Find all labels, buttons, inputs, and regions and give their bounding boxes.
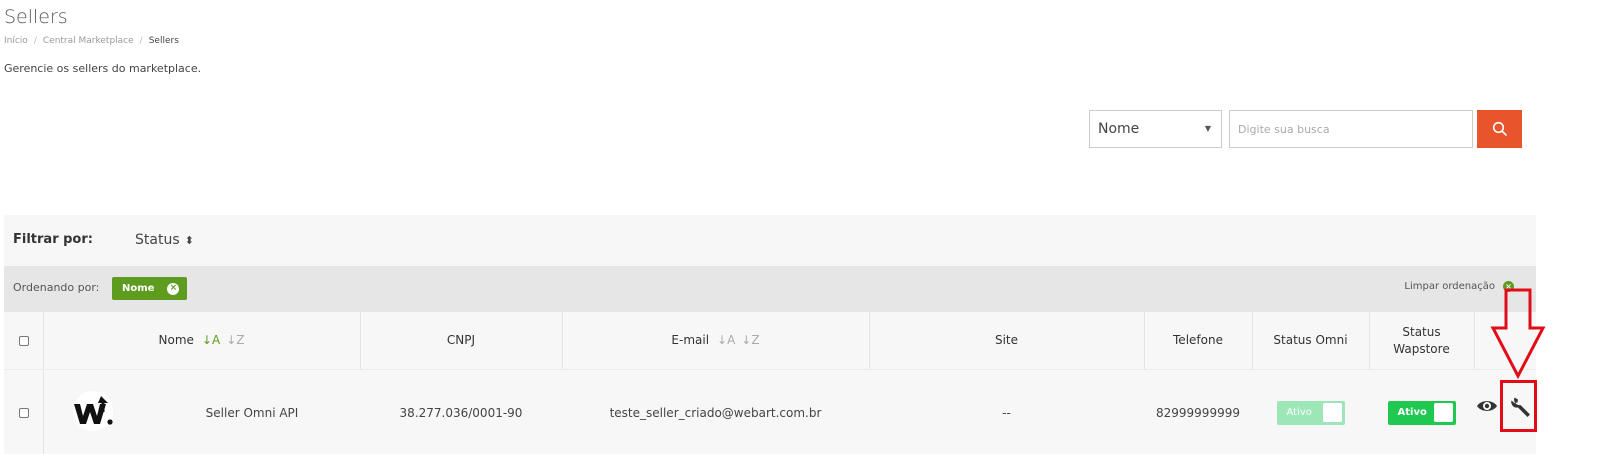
status-omni-toggle[interactable]: Ativo	[1276, 400, 1345, 425]
status-wapstore-label: Ativo	[1397, 407, 1427, 418]
column-header-email[interactable]: E-mail ↓A ↓Z	[562, 312, 869, 369]
cell-status-omni: Ativo	[1252, 370, 1369, 454]
column-header-cnpj: CNPJ	[360, 312, 562, 369]
filter-label: Filtrar por:	[13, 232, 93, 247]
search-field-selected-value: Nome	[1098, 121, 1140, 137]
column-label-telefone: Telefone	[1173, 333, 1223, 348]
filter-bar: Filtrar por: Status ⬍	[4, 215, 1536, 266]
sort-chip[interactable]: Nome ×	[112, 277, 188, 300]
sort-desc-icon[interactable]: ↓Z	[741, 332, 759, 349]
page-description: Gerencie os sellers do marketplace.	[4, 62, 202, 75]
sort-label: Ordenando por:	[13, 281, 100, 294]
table-header: Nome ↓A ↓Z CNPJ E-mail ↓A ↓Z Site Telefo…	[4, 312, 1536, 369]
search-field-select[interactable]: Nome ▼	[1089, 110, 1222, 148]
annotation-highlight-box	[1500, 380, 1537, 432]
column-label-cnpj: CNPJ	[446, 333, 476, 348]
breadcrumb: Início / Central Marketplace / Sellers	[4, 36, 179, 46]
cell-site: --	[869, 370, 1144, 454]
breadcrumb-separator: /	[139, 36, 143, 46]
sort-desc-icon[interactable]: ↓Z	[226, 332, 244, 349]
page-title: Sellers	[4, 6, 68, 28]
toggle-knob	[1433, 403, 1453, 422]
filter-status-dropdown[interactable]: Status ⬍	[135, 232, 194, 248]
annotation-arrow-icon	[1490, 288, 1546, 379]
clear-sort-label: Limpar ordenação	[1404, 281, 1495, 292]
sort-asc-icon[interactable]: ↓A	[202, 332, 220, 349]
breadcrumb-separator: /	[33, 36, 37, 46]
column-label-nome: Nome	[158, 333, 194, 348]
column-divider	[43, 370, 44, 454]
column-header-telefone: Telefone	[1144, 312, 1252, 369]
column-header-site: Site	[869, 312, 1144, 369]
search-button[interactable]	[1477, 110, 1522, 148]
column-divider	[1474, 312, 1475, 369]
cell-email: teste_seller_criado@webart.com.br	[562, 370, 869, 454]
breadcrumb-home[interactable]: Início	[4, 36, 28, 46]
select-all-cell	[4, 312, 43, 369]
cell-cnpj: 38.277.036/0001-90	[360, 370, 562, 454]
search-icon	[1492, 121, 1507, 136]
breadcrumb-central-marketplace[interactable]: Central Marketplace	[43, 36, 134, 46]
breadcrumb-current: Sellers	[148, 36, 179, 46]
sort-updown-icon: ⬍	[184, 234, 194, 247]
seller-telefone: 82999999999	[1156, 405, 1240, 420]
sort-asc-icon[interactable]: ↓A	[717, 332, 735, 349]
seller-cnpj: 38.277.036/0001-90	[399, 405, 523, 420]
select-all-checkbox[interactable]	[18, 335, 29, 346]
cell-nome: Seller Omni API	[144, 370, 360, 454]
column-label-email: E-mail	[671, 333, 710, 348]
sort-chip-label: Nome	[122, 283, 155, 294]
column-label-site: Site	[994, 333, 1019, 348]
column-label-status-omni: Status Omni	[1273, 333, 1348, 348]
column-label-status-wapstore-line1: Status	[1402, 324, 1441, 339]
seller-name: Seller Omni API	[205, 405, 299, 420]
seller-logo: W.	[73, 391, 113, 431]
toggle-knob	[1322, 403, 1342, 422]
column-header-status-wapstore: Status Wapstore	[1369, 312, 1474, 369]
filter-status-label: Status	[135, 232, 180, 248]
column-header-status-omni: Status Omni	[1252, 312, 1369, 369]
eye-icon[interactable]	[1476, 398, 1498, 414]
status-omni-label: Ativo	[1286, 407, 1312, 418]
cell-status-wapstore: Ativo	[1369, 370, 1474, 454]
seller-site: --	[1002, 405, 1011, 420]
table-row[interactable]: W. Seller Omni API 38.277.036/0001-90 te…	[4, 369, 1536, 454]
column-header-nome[interactable]: Nome ↓A ↓Z	[43, 312, 360, 369]
row-checkbox[interactable]	[18, 407, 29, 418]
search-input[interactable]	[1229, 110, 1473, 148]
row-select-cell	[4, 370, 43, 454]
status-wapstore-toggle[interactable]: Ativo	[1387, 400, 1456, 425]
sort-bar: Ordenando por: Nome × Limpar ordenação ×	[4, 266, 1536, 312]
cell-telefone: 82999999999	[1144, 370, 1252, 454]
column-label-status-wapstore-line2: Wapstore	[1393, 341, 1450, 356]
seller-email: teste_seller_criado@webart.com.br	[609, 405, 822, 420]
close-icon[interactable]: ×	[167, 282, 180, 295]
chevron-down-icon: ▼	[1204, 124, 1211, 133]
